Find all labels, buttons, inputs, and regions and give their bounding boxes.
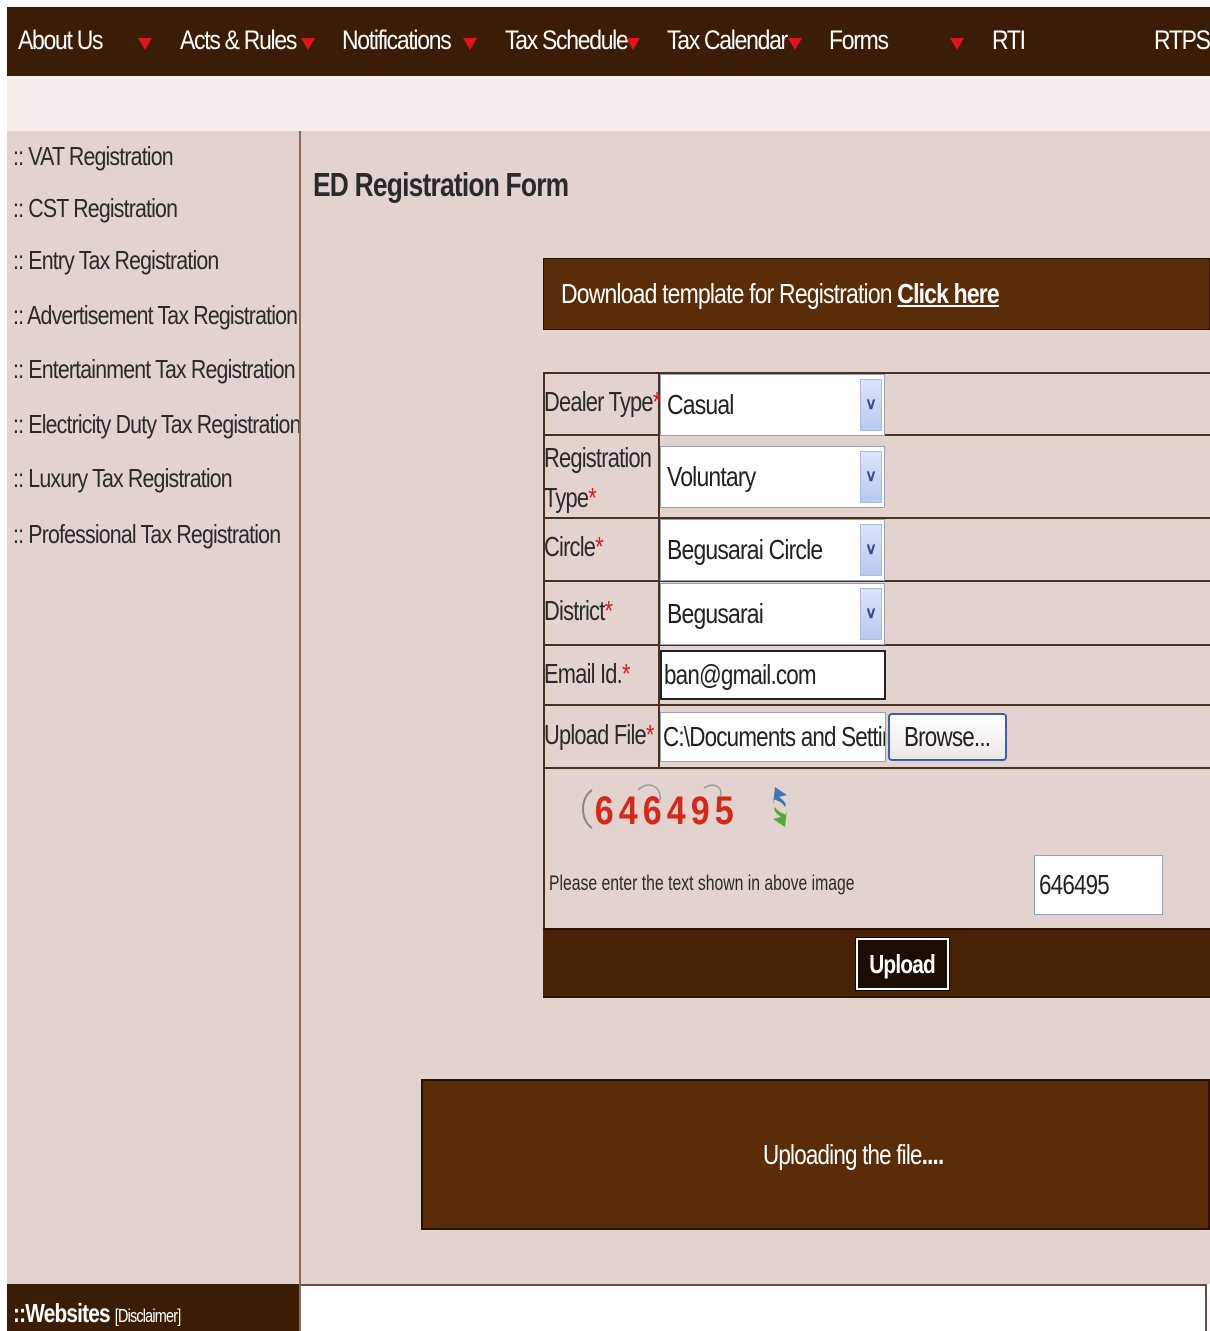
table-divider [543, 767, 1210, 769]
dropdown-arrow-icon[interactable] [950, 38, 964, 50]
upload-file-path-input[interactable]: C:\Documents and Settin [660, 712, 886, 762]
registration-type-value: Voluntary [667, 461, 756, 492]
table-divider [543, 704, 1210, 706]
circle-label-text: Circle [544, 531, 596, 562]
dropdown-arrow-icon[interactable] [463, 38, 477, 50]
registration-type-label-line1: Registration [544, 442, 652, 473]
footer-websites: ::Websites [Disclaimer] [13, 1298, 181, 1329]
captcha-input-value: 646495 [1039, 869, 1110, 900]
dealer-type-label: Dealer Type* [544, 386, 661, 418]
download-template-bar: Download template for Registration Click… [543, 258, 1210, 330]
uploading-status-box: Uploading the file.... [421, 1079, 1210, 1230]
district-select[interactable]: Begusarai ∨ [660, 583, 885, 645]
required-marker: * [645, 719, 654, 750]
top-navigation: About Us Acts & Rules Notifications Tax … [7, 7, 1210, 76]
nav-notifications[interactable]: Notifications [342, 7, 452, 76]
dealer-type-label-text: Dealer Type [544, 386, 654, 417]
download-template-link[interactable]: Click here [897, 278, 999, 309]
captcha-image: 646495 [582, 784, 739, 833]
download-template-text: Download template for Registration Click… [561, 259, 1000, 329]
email-value: ban@gmail.com [664, 659, 817, 690]
sidebar-item-advertisement-tax-registration[interactable]: :: Advertisement Tax Registration [13, 297, 298, 333]
sidebar-item-entry-tax-registration[interactable]: :: Entry Tax Registration [13, 242, 219, 278]
disclaimer-link[interactable]: [Disclaimer] [115, 1306, 181, 1326]
sidebar-item-luxury-tax-registration[interactable]: :: Luxury Tax Registration [13, 460, 233, 496]
captcha-input[interactable]: 646495 [1034, 855, 1163, 915]
sidebar-item-entertainment-tax-registration[interactable]: :: Entertainment Tax Registration [13, 351, 296, 387]
nav-rti[interactable]: RTI [992, 7, 1026, 76]
browse-button-label: Browse... [904, 721, 991, 752]
registration-type-select[interactable]: Voluntary ∨ [660, 446, 885, 508]
chevron-down-icon[interactable]: ∨ [860, 588, 882, 640]
required-marker: * [604, 595, 613, 626]
sidebar: :: VAT Registration :: CST Registration … [7, 131, 301, 1284]
circle-label: Circle* [544, 531, 604, 563]
circle-value: Begusarai Circle [667, 534, 823, 565]
dropdown-arrow-icon[interactable] [301, 38, 315, 50]
sidebar-item-professional-tax-registration[interactable]: :: Professional Tax Registration [13, 516, 281, 552]
footer-panel [301, 1284, 1207, 1331]
nav-forms[interactable]: Forms [829, 7, 889, 76]
email-label-text: Email Id. [544, 658, 623, 689]
nav-tax-calendar[interactable]: Tax Calendar [667, 7, 788, 76]
chevron-down-icon[interactable]: ∨ [860, 379, 882, 431]
registration-type-label-line2: Type [544, 482, 589, 513]
dealer-type-value: Casual [667, 389, 734, 420]
email-label: Email Id.* [544, 658, 630, 690]
footer-websites-bar: ::Websites [Disclaimer] [7, 1284, 299, 1331]
uploading-message: Uploading the file [763, 1139, 923, 1170]
nav-rtps[interactable]: RTPS [1154, 7, 1210, 76]
sidebar-item-electricity-duty-tax-registration[interactable]: :: Electricity Duty Tax Registration [13, 406, 301, 442]
websites-label[interactable]: ::Websites [13, 1298, 111, 1328]
dealer-type-select[interactable]: Casual ∨ [660, 374, 885, 436]
circle-select[interactable]: Begusarai Circle ∨ [660, 519, 885, 581]
captcha-digits: 646495 [595, 787, 739, 832]
required-marker: * [621, 658, 630, 689]
district-label-text: District [544, 595, 605, 626]
sub-header-bar [7, 76, 1210, 131]
required-marker: * [595, 531, 603, 562]
sidebar-item-vat-registration[interactable]: :: VAT Registration [13, 138, 174, 174]
uploading-status-text: Uploading the file.... [763, 1081, 945, 1228]
sidebar-item-cst-registration[interactable]: :: CST Registration [13, 190, 178, 226]
upload-file-label: Upload File* [544, 719, 654, 751]
upload-button[interactable]: Upload [855, 937, 950, 991]
nav-acts-rules[interactable]: Acts & Rules [180, 7, 297, 76]
browse-button[interactable]: Browse... [888, 713, 1007, 761]
district-label: District* [544, 595, 613, 627]
upload-file-path: C:\Documents and Settin [663, 721, 886, 752]
dropdown-arrow-icon[interactable] [138, 38, 152, 50]
uploading-dots: .... [921, 1139, 945, 1170]
upload-button-label: Upload [869, 949, 936, 979]
captcha-prompt: Please enter the text shown in above ima… [549, 872, 855, 895]
required-marker: * [588, 482, 596, 513]
refresh-icon[interactable] [763, 781, 797, 833]
nav-about-us[interactable]: About Us [18, 7, 103, 76]
upload-file-label-text: Upload File [544, 719, 647, 750]
chevron-down-icon[interactable]: ∨ [860, 451, 882, 503]
page-title: ED Registration Form [313, 166, 569, 203]
district-value: Begusarai [667, 598, 764, 629]
nav-tax-schedule[interactable]: Tax Schedule [505, 7, 629, 76]
registration-type-label: Registration Type* [544, 438, 652, 518]
dropdown-arrow-icon[interactable] [788, 38, 802, 50]
email-field[interactable]: ban@gmail.com [660, 650, 886, 700]
download-template-label: Download template for Registration [561, 278, 898, 309]
dropdown-arrow-icon[interactable] [626, 38, 640, 50]
chevron-down-icon[interactable]: ∨ [860, 524, 882, 576]
